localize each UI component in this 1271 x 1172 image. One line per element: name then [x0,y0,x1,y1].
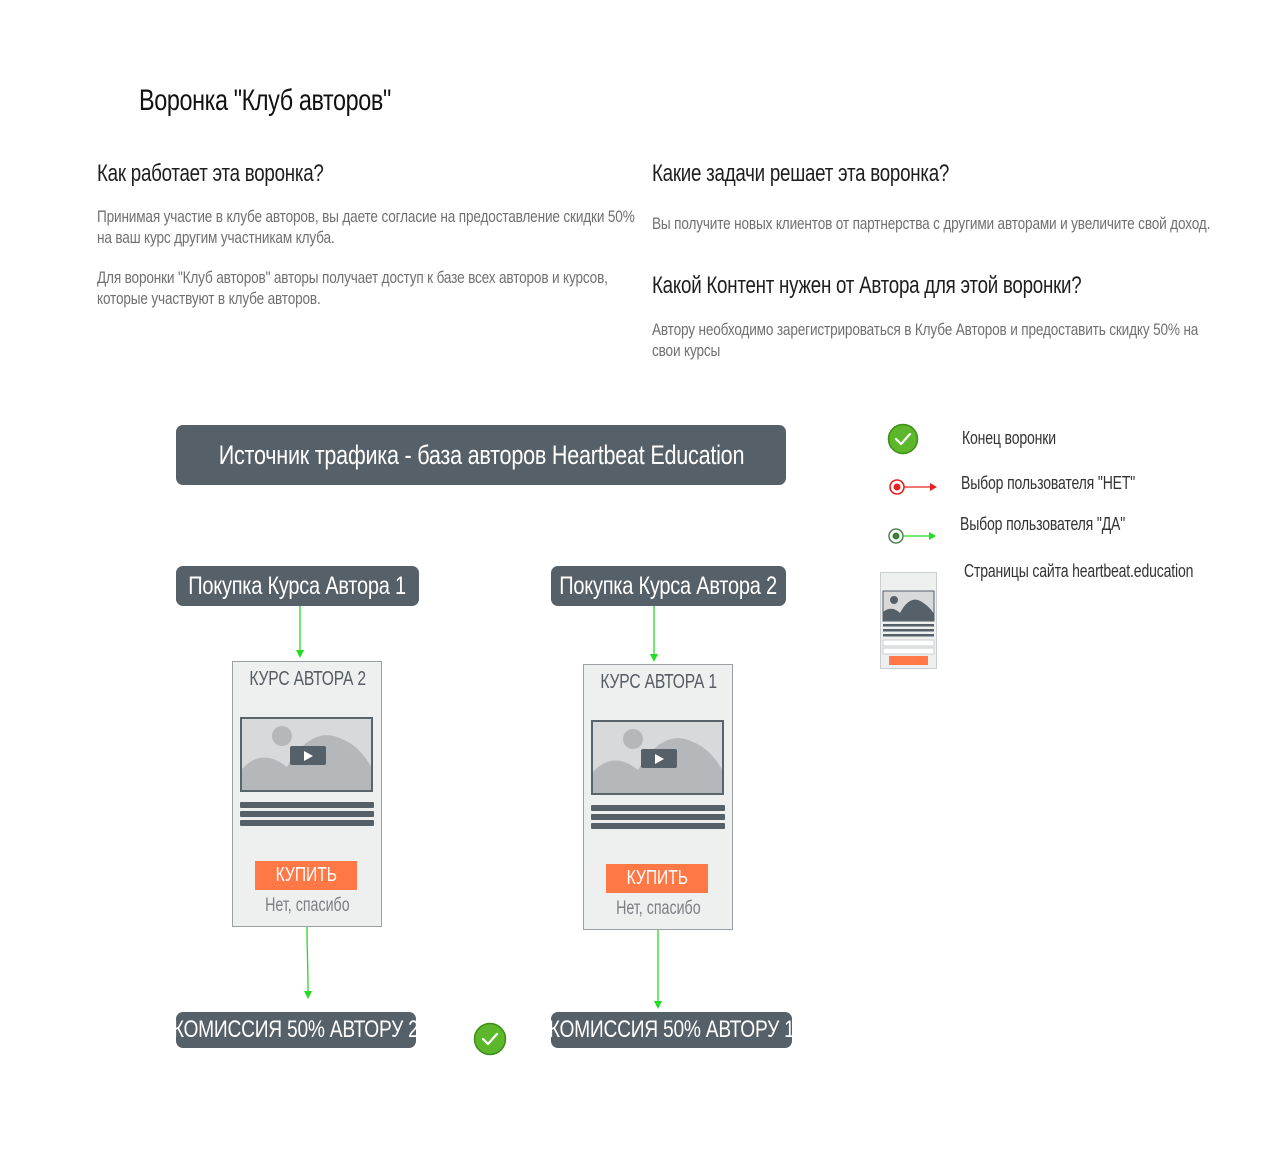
funnel-end-check-icon [473,1022,507,1056]
commission-author1-label: КОМИССИЯ 50% АВТОРУ 1 [551,1016,792,1043]
traffic-source-box: Источник трафика - база авторов Heartbea… [176,425,786,485]
purchase-author2-box: Покупка Курса Автора 2 [551,566,786,606]
arrow-page2-to-commission2 [654,930,662,1009]
commission-author1-box: КОМИССИЯ 50% АВТОРУ 1 [551,1012,792,1048]
video-thumbnail-icon [591,720,724,795]
commission-author2-box: КОМИССИЯ 50% АВТОРУ 2 [176,1012,416,1048]
traffic-source-label: Источник трафика - база авторов Heartbea… [218,439,744,470]
legend-no-arrow-icon [889,479,937,495]
arrow-page1-to-commission1 [304,926,312,999]
commission-author2-label: КОМИССИЯ 50% АВТОРУ 2 [176,1016,416,1043]
decline-link[interactable]: Нет, спасибо [233,895,381,917]
text-lines [591,805,725,832]
text-lines [240,802,374,829]
decline-link[interactable]: Нет, спасибо [584,898,732,920]
purchase-author1-box: Покупка Курса Автора 1 [176,566,419,606]
arrow-purchase1-to-page1 [296,606,304,658]
course-page-author1: КУРС АВТОРА 1 КУПИТЬ Нет, спасибо [583,664,733,930]
buy-button[interactable]: КУПИТЬ [606,864,708,893]
arrow-purchase2-to-page2 [650,606,658,662]
course-page-author2: КУРС АВТОРА 2 КУПИТЬ Нет, спасибо [232,661,382,927]
legend-no-label: Выбор пользователя "НЕТ" [961,473,1136,493]
legend-yes-arrow-icon [888,528,936,544]
course-page-title: КУРС АВТОРА 1 [600,671,717,693]
video-thumbnail-icon [240,717,373,792]
legend-end-check-icon [887,423,919,455]
purchase-author2-label: Покупка Курса Автора 2 [559,571,778,600]
legend-site-page-icon [880,572,937,669]
purchase-author1-label: Покупка Курса Автора 1 [188,571,407,600]
legend-end-label: Конец воронки [962,428,1056,448]
legend-pages-label: Страницы сайта heartbeat.education [964,561,1194,581]
legend-yes-label: Выбор пользователя "ДА" [960,514,1126,534]
buy-button[interactable]: КУПИТЬ [255,861,357,890]
course-page-title: КУРС АВТОРА 2 [249,668,366,690]
